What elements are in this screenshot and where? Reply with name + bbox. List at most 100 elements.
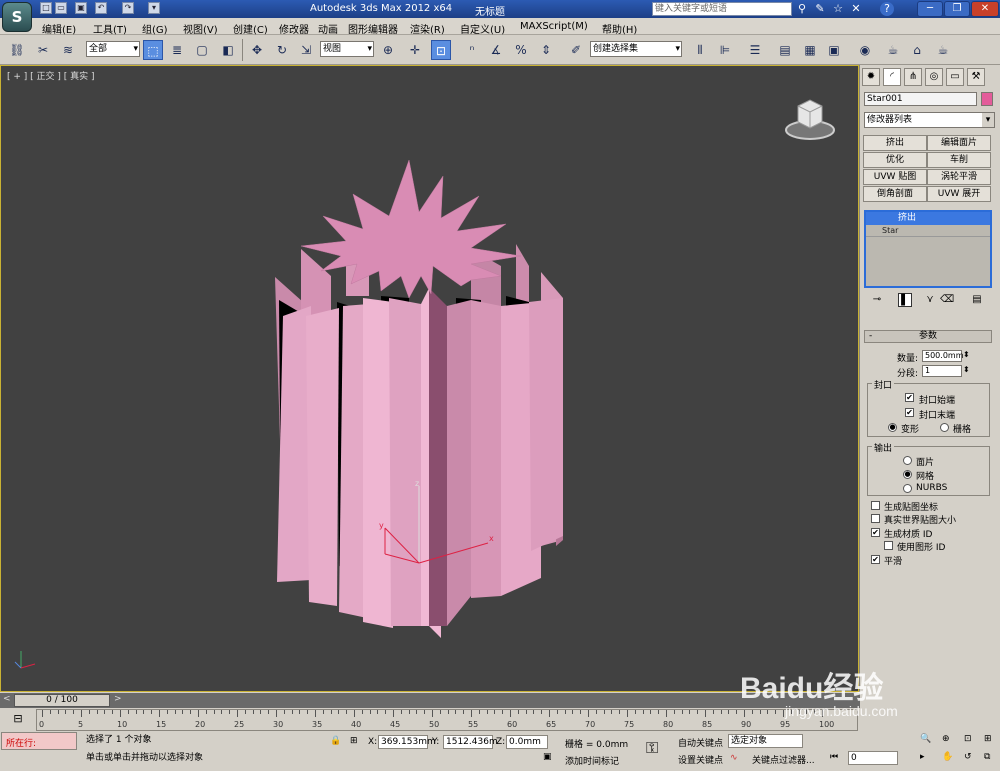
angle-snap-icon[interactable]: ∡	[486, 40, 506, 60]
nurbs-radio[interactable]	[903, 484, 912, 493]
create-tab-icon[interactable]: ✹	[862, 68, 880, 86]
minimize-button[interactable]: ─	[917, 1, 943, 17]
pan-icon[interactable]: ✋	[942, 752, 953, 762]
z-coord-field[interactable]: 0.0mm	[506, 735, 548, 749]
key-filters-button[interactable]: 关键点过滤器...	[752, 753, 815, 766]
configure-modifier-sets-icon[interactable]: ▤	[970, 293, 984, 307]
params-rollout-header[interactable]: - 参数	[864, 330, 992, 343]
menu-view[interactable]: 视图(V)	[183, 21, 218, 36]
spinner-snap-icon[interactable]: ⇕	[536, 40, 556, 60]
menu-maxscript[interactable]: MAXScript(M)	[520, 21, 588, 32]
menu-help[interactable]: 帮助(H)	[602, 21, 637, 36]
zoom-icon[interactable]: 🔍	[920, 734, 931, 744]
mini-curve-editor-icon[interactable]: ⊟	[10, 712, 26, 726]
bind-spacewarp-icon[interactable]: ≋	[58, 40, 78, 60]
tools-icon[interactable]: ✎	[813, 2, 827, 16]
y-coord-field[interactable]: 1512.436m	[443, 735, 498, 749]
time-slider-thumb[interactable]: 0 / 100	[14, 694, 110, 707]
layers-icon[interactable]: ☰	[745, 40, 765, 60]
modifier-uvw-map-button[interactable]: UVW 贴图	[863, 169, 927, 185]
maximize-viewport-icon[interactable]: ⧉	[984, 752, 990, 762]
goto-start-icon[interactable]: ⏮	[830, 752, 838, 762]
slider-next-icon[interactable]: >	[114, 694, 122, 704]
material-editor-icon[interactable]: ◉	[855, 40, 875, 60]
modifier-list-dropdown[interactable]: 修改器列表	[864, 112, 995, 128]
edit-named-sets-icon[interactable]: ✐	[566, 40, 586, 60]
keyboard-shortcut-icon[interactable]: ⊡	[431, 40, 451, 60]
make-unique-icon[interactable]: ⋎	[923, 293, 937, 307]
zoom-extents-icon[interactable]: ⊡	[964, 734, 972, 744]
binoculars-icon[interactable]: ⚲	[795, 2, 809, 16]
window-crossing-icon[interactable]: ◧	[218, 40, 238, 60]
modifier-edit-patch-button[interactable]: 编辑面片	[927, 135, 991, 151]
lock-selection-icon[interactable]: 🔒	[330, 736, 341, 746]
rotate-icon[interactable]: ↻	[272, 40, 292, 60]
menu-edit[interactable]: 编辑(E)	[42, 21, 76, 36]
scale-icon[interactable]: ⇲	[296, 40, 316, 60]
modifier-extrude-button[interactable]: 挤出	[863, 135, 927, 151]
maxscript-listener[interactable]: 所在行:	[1, 732, 77, 750]
absolute-mode-icon[interactable]: ⊞	[350, 736, 358, 746]
menu-group[interactable]: 组(G)	[142, 21, 168, 36]
redo-icon[interactable]: ↷	[122, 2, 134, 14]
time-slider[interactable]: < 0 / 100 >	[0, 693, 860, 708]
viewport[interactable]: [ + ] [ 正交 ] [ 真实 ] z x y	[0, 65, 859, 692]
amount-spinner[interactable]: 500.0mm	[922, 350, 973, 362]
render-production-icon[interactable]: ☕	[933, 40, 953, 60]
curve-editor-icon[interactable]: ▦	[800, 40, 820, 60]
maximize-button[interactable]: ❐	[944, 1, 970, 17]
display-tab-icon[interactable]: ▭	[946, 68, 964, 86]
modify-tab-icon[interactable]: ◜	[883, 68, 901, 86]
select-by-name-icon[interactable]: ≣	[167, 40, 187, 60]
object-color-swatch[interactable]	[981, 92, 993, 106]
hierarchy-tab-icon[interactable]: ⋔	[904, 68, 922, 86]
key-mode-dropdown[interactable]: 选定对象	[728, 734, 803, 748]
move-icon[interactable]: ✥	[247, 40, 267, 60]
fov-icon[interactable]: ▸	[920, 752, 925, 762]
set-key-icon[interactable]: ⚿	[646, 738, 658, 758]
align-icon[interactable]: ⊫	[715, 40, 735, 60]
extruded-star-object[interactable]: z x y	[1, 66, 858, 691]
use-shape-ids-checkbox[interactable]	[884, 541, 893, 550]
link-icon[interactable]: ⛓	[7, 40, 27, 60]
render-setup-icon[interactable]: ☕	[883, 40, 903, 60]
schematic-view-icon[interactable]: ▣	[824, 40, 844, 60]
morph-radio[interactable]: ●	[888, 423, 897, 432]
modifier-unwrap-uvw-button[interactable]: UVW 展开	[927, 186, 991, 202]
pin-stack-icon[interactable]: ⊸	[870, 293, 884, 307]
open-file-icon[interactable]: ▭	[55, 2, 67, 14]
rect-selection-icon[interactable]: ▢	[192, 40, 212, 60]
undo-icon[interactable]: ↶	[95, 2, 107, 14]
real-world-map-checkbox[interactable]	[871, 514, 880, 523]
graphite-ribbon-icon[interactable]: ▤	[775, 40, 795, 60]
save-icon[interactable]: ▣	[75, 2, 87, 14]
modifier-lathe-button[interactable]: 车削	[927, 152, 991, 168]
set-key-button[interactable]: 设置关键点	[678, 753, 723, 766]
slider-prev-icon[interactable]: <	[3, 694, 11, 704]
named-selection-dropdown[interactable]: 创建选择集	[590, 41, 682, 57]
segments-spinner[interactable]: 1	[922, 365, 973, 377]
zoom-all-icon[interactable]: ⊕	[942, 734, 950, 744]
zoom-extents-all-icon[interactable]: ⊞	[984, 734, 992, 744]
modifier-bevel-profile-button[interactable]: 倒角剖面	[863, 186, 927, 202]
modifier-optimize-button[interactable]: 优化	[863, 152, 927, 168]
mirror-icon[interactable]: ⫴	[690, 40, 710, 60]
patch-radio[interactable]	[903, 456, 912, 465]
ref-coord-dropdown[interactable]: 视图	[320, 41, 374, 57]
select-manipulate-icon[interactable]: ✛	[405, 40, 425, 60]
key-filters-icon[interactable]: ∿	[730, 753, 738, 763]
app-logo[interactable]: S	[2, 2, 32, 32]
stack-item-extrude[interactable]: 挤出	[866, 212, 990, 225]
grid-radio[interactable]	[940, 423, 949, 432]
modifier-turbosmooth-button[interactable]: 涡轮平滑	[927, 169, 991, 185]
dropdown-icon[interactable]: ▾	[148, 2, 160, 14]
snap-3d-icon[interactable]: ⁿ	[462, 40, 482, 60]
motion-tab-icon[interactable]: ◎	[925, 68, 943, 86]
menu-rendering[interactable]: 渲染(R)	[410, 21, 445, 36]
gen-map-coords-checkbox[interactable]	[871, 501, 880, 510]
menu-animation[interactable]: 动画	[318, 21, 338, 36]
menu-create[interactable]: 创建(C)	[233, 21, 268, 36]
timeline-track[interactable]: 0 5 10 15 20 25 30 35 40 45 50 55 60 65 70 75 80 85 90 95 10…	[36, 709, 858, 731]
add-time-tag-button[interactable]: 添加时间标记	[565, 754, 619, 767]
utilities-tab-icon[interactable]: ⚒	[967, 68, 985, 86]
